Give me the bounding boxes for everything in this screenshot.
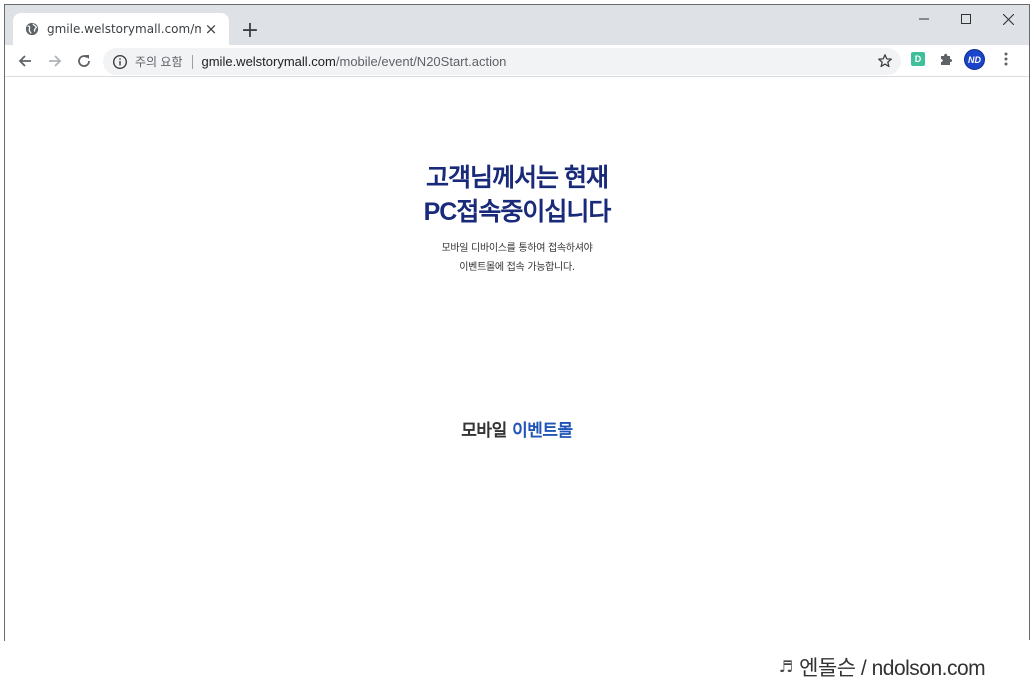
- watermark: ♬ 엔돌슨 / ndolson.com: [732, 640, 1032, 693]
- mall-link-accent: 이벤트몰: [512, 421, 573, 441]
- subtext-line-1: 모바일 디바이스를 통하여 접속하셔야: [441, 243, 593, 254]
- mall-link-prefix: 모바일: [461, 421, 513, 441]
- page-content: 고객님께서는 현재 PC접속중이십니다 모바일 디바이스를 통하여 접속하셔야 …: [5, 78, 1029, 641]
- close-icon[interactable]: [986, 5, 1029, 33]
- globe-icon: [25, 22, 39, 36]
- address-bar[interactable]: 주의 요함 gmile.welstorymall.com/mobile/even…: [103, 48, 901, 75]
- browser-window: gmile.welstorymall.com/mobile/event/N20S…: [4, 4, 1030, 641]
- security-warning-text[interactable]: 주의 요함: [135, 53, 183, 70]
- browser-tab[interactable]: gmile.welstorymall.com/mobile/event/N20S…: [13, 13, 229, 45]
- subtext-line-2: 이벤트몰에 접속 가능합니다.: [459, 262, 575, 273]
- headline-line-2: PC접속중이십니다: [423, 198, 612, 226]
- watermark-text: 엔돌슨 / ndolson.com: [799, 656, 986, 680]
- headline-line-1: 고객님께서는 현재: [426, 164, 609, 192]
- info-icon[interactable]: [112, 54, 128, 70]
- browser-toolbar: 주의 요함 gmile.welstorymall.com/mobile/even…: [5, 45, 1029, 77]
- tab-close-icon[interactable]: ×: [201, 19, 221, 39]
- music-note-icon: ♬: [778, 657, 794, 676]
- tab-strip: gmile.welstorymall.com/mobile/event/N20S…: [5, 5, 1029, 45]
- url-separator: [191, 54, 193, 69]
- puzzle-icon[interactable]: [938, 51, 954, 67]
- star-icon[interactable]: [877, 53, 893, 69]
- tab-title: gmile.welstorymall.com/mobile/event/N20S…: [47, 22, 201, 36]
- minimize-icon[interactable]: [902, 5, 946, 33]
- maximize-icon[interactable]: [944, 5, 988, 33]
- back-icon[interactable]: [12, 48, 38, 74]
- forward-icon[interactable]: [42, 48, 68, 74]
- url-path: /mobile/event/N20Start.action: [335, 54, 507, 69]
- new-tab-button[interactable]: +: [237, 17, 263, 43]
- url-host: gmile.welstorymall.com: [201, 54, 336, 69]
- profile-avatar[interactable]: ND: [964, 49, 985, 70]
- extension-d-icon[interactable]: D: [911, 52, 925, 66]
- menu-dots-icon[interactable]: [998, 51, 1014, 67]
- url-text[interactable]: gmile.welstorymall.com/mobile/event/N20S…: [202, 54, 507, 69]
- mobile-event-mall-link[interactable]: 모바일 이벤트몰: [5, 416, 1029, 441]
- reload-icon[interactable]: [71, 48, 97, 74]
